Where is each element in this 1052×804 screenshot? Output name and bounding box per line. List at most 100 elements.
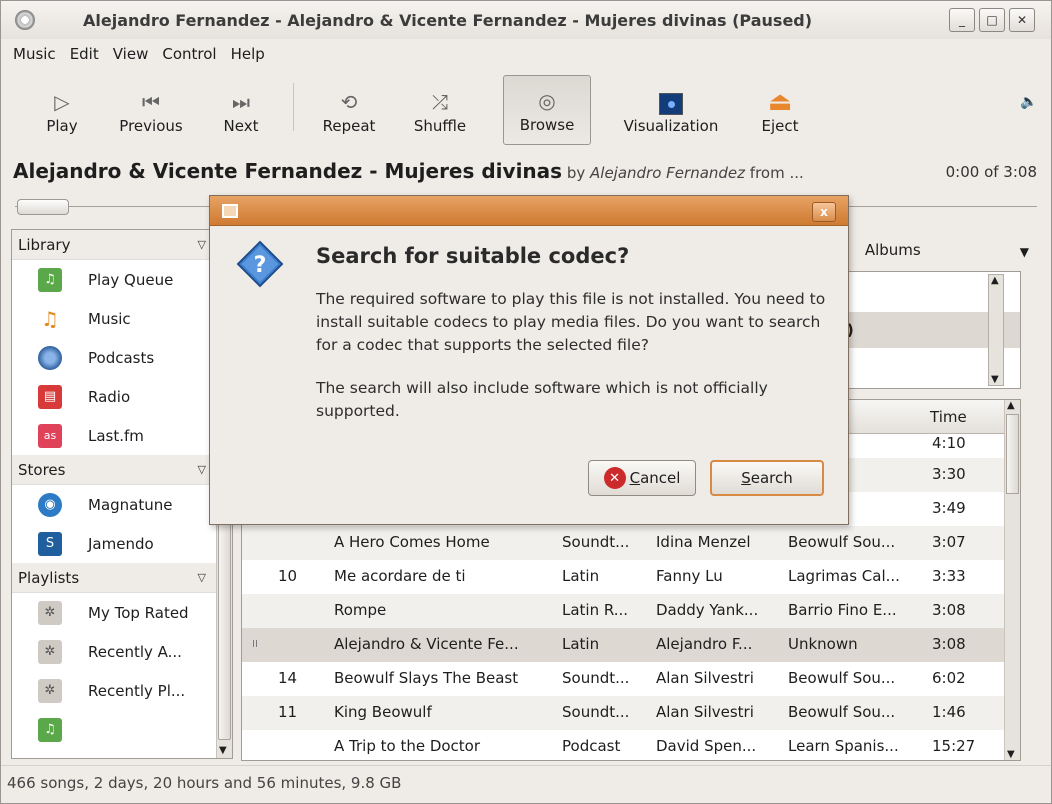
table-row[interactable]: 11 King Beowulf Soundt... Alan Silvestri… [242,696,1020,730]
chevron-down-icon[interactable]: ▼ [1020,245,1029,259]
stores-header[interactable]: Stores ▽ [12,455,232,485]
shuffle-button[interactable]: ⤮ Shuffle [405,75,475,145]
cancel-label: ancel [640,469,681,487]
by-prefix: by [566,164,591,182]
cell-genre: Podcast [562,737,621,755]
albums-label[interactable]: Albums [865,241,921,259]
track-list-scrollbar[interactable]: ▲ ▼ [1004,400,1020,760]
eject-button[interactable]: ⏏ Eject [751,75,809,145]
search-button[interactable]: Search [710,460,824,496]
table-row[interactable]: 14 Beowulf Slays The Beast Soundt... Ala… [242,662,1020,696]
cancel-icon: ✕ [603,467,626,489]
scroll-up-icon[interactable]: ▲ [1007,400,1015,411]
cell-artist: Fanny Lu [656,567,723,585]
cell-time: 3:08 [932,601,966,619]
track-scroll-thumb[interactable] [1006,414,1019,494]
next-button[interactable]: ⏭ Next [213,75,269,145]
sidebar-item-top-rated[interactable]: ✲ My Top Rated [12,593,232,632]
sidebar-item-magnatune[interactable]: ◉ Magnatune [12,485,232,524]
cell-genre: Latin [562,635,600,653]
sidebar-item-lastfm[interactable]: as Last.fm [12,416,232,455]
browse-button[interactable]: ◎ Browse [503,75,591,145]
menu-view[interactable]: View [113,45,149,63]
cell-genre: Latin [562,567,600,585]
menu-edit[interactable]: Edit [70,45,99,63]
visualization-button[interactable]: Visualization [611,75,731,145]
cell-artist: Alejandro F... [656,635,753,653]
app-icon [15,10,35,30]
menu-control[interactable]: Control [162,45,216,63]
scroll-down-icon[interactable]: ▼ [1007,749,1015,760]
sidebar-item-label: Radio [88,387,131,406]
cell-title: Beowulf Slays The Beast [334,669,519,687]
cell-artist: Alan Silvestri [656,669,754,687]
now-playing: Alejandro & Vicente Fernandez - Mujeres … [13,159,1041,189]
table-row[interactable]: Rompe Latin R... Daddy Yank... Barrio Fi… [242,594,1020,628]
maximize-button[interactable]: □ [979,8,1005,32]
cell-genre: Latin R... [562,601,629,619]
table-row[interactable]: A Trip to the Doctor Podcast David Spen.… [242,730,1020,760]
stores-header-label: Stores [18,460,66,479]
close-button[interactable]: ✕ [1009,8,1035,32]
paused-icon: II [252,639,258,650]
cell-title: Me acordare de ti [334,567,466,585]
table-row-now-playing[interactable]: II Alejandro & Vicente Fe... Latin Aleja… [242,628,1020,662]
playlist-icon: ♫ [38,717,62,742]
seek-handle[interactable] [17,199,69,215]
repeat-button[interactable]: ⟲ Repeat [313,75,385,145]
library-header[interactable]: Library ▽ [12,230,232,260]
cell-track-number: 11 [278,703,298,721]
table-row[interactable]: 10 Me acordare de ti Latin Fanny Lu Lagr… [242,560,1020,594]
sidebar-item-label: My Top Rated [88,603,189,622]
status-bar: 466 songs, 2 days, 20 hours and 56 minut… [1,765,1051,803]
sidebar-item-recently-played[interactable]: ✲ Recently Pl... [12,671,232,710]
menu-help[interactable]: Help [231,45,265,63]
minimize-button[interactable]: _ [949,8,975,32]
sidebar-item-podcasts[interactable]: Podcasts [12,338,232,377]
play-icon: ▷ [54,90,70,114]
play-label: Play [46,117,78,135]
volume-button[interactable]: 🔈 [1017,75,1041,145]
dialog-close-button[interactable]: x [812,202,836,222]
repeat-icon: ⟲ [340,90,358,114]
sidebar-item-playlist[interactable]: ♫ [12,710,232,749]
previous-button[interactable]: ⏮ Previous [109,75,193,145]
toolbar-separator [293,83,294,131]
sidebar-item-radio[interactable]: ▤ Radio [12,377,232,416]
sidebar-item-label: Play Queue [88,270,174,289]
sidebar-item-music[interactable]: ♫ Music [12,299,232,338]
eject-label: Eject [761,117,799,135]
next-icon: ⏭ [232,90,250,114]
cell-title: Rompe [334,601,387,619]
source-sidebar: Library ▽ ♫ Play Queue ♫ Music Podcasts … [11,229,233,759]
cell-time: 3:30 [932,465,966,483]
scroll-down-icon[interactable]: ▼ [219,745,227,756]
window-icon [222,204,238,218]
collapse-icon: ▽ [197,238,206,251]
playlists-header[interactable]: Playlists ▽ [12,563,232,593]
browser-scrollbar[interactable]: ▼ ▲ [988,274,1004,386]
scroll-up-icon[interactable]: ▲ [991,275,999,286]
now-playing-artist: Alejandro Fernandez [590,164,746,182]
title-bar: Alejandro Fernandez - Alejandro & Vicent… [1,1,1051,39]
cell-time: 3:49 [932,499,966,517]
menu-music[interactable]: Music [13,45,56,63]
smart-playlist-icon: ✲ [38,600,62,625]
cell-artist: Idina Menzel [656,533,751,551]
sidebar-item-recently-added[interactable]: ✲ Recently A... [12,632,232,671]
search-label: earch [750,469,793,487]
cancel-button[interactable]: ✕ Cancel [588,460,696,496]
music-note-icon: ♫ [41,306,59,331]
sidebar-item-jamendo[interactable]: S Jamendo [12,524,232,563]
play-button[interactable]: ▷ Play [37,75,87,145]
column-time[interactable]: Time [930,408,967,426]
cell-genre: Soundt... [562,533,630,551]
scroll-down-icon[interactable]: ▼ [991,374,999,385]
jamendo-icon: S [38,531,62,556]
from-suffix: from ... [745,164,804,182]
toolbar: ▷ Play ⏮ Previous ⏭ Next ⟲ Repeat ⤮ Shuf… [1,71,1051,149]
sidebar-item-play-queue[interactable]: ♫ Play Queue [12,260,232,299]
cell-title: A Hero Comes Home [334,533,490,551]
table-row[interactable]: A Hero Comes Home Soundt... Idina Menzel… [242,526,1020,560]
cell-artist: Daddy Yank... [656,601,759,619]
